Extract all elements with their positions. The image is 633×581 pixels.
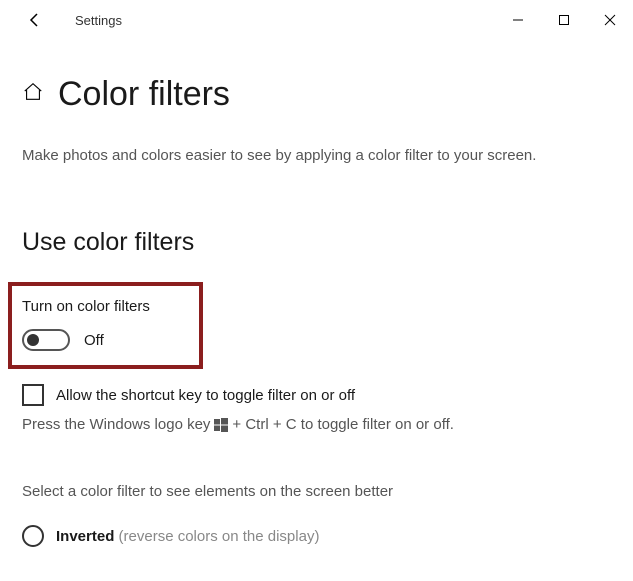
inverted-radio[interactable] (22, 525, 44, 547)
select-filter-hint: Select a color filter to see elements on… (22, 483, 611, 500)
window-title: Settings (75, 13, 122, 28)
shortcut-checkbox[interactable] (22, 384, 44, 406)
hint-prefix: Press the Windows logo key (22, 416, 210, 433)
inverted-radio-label: Inverted (reverse colors on the display) (56, 528, 319, 545)
radio-desc: (reverse colors on the display) (119, 528, 320, 545)
toggle-label: Turn on color filters (22, 298, 189, 315)
windows-logo-icon (214, 418, 228, 432)
toggle-state: Off (84, 332, 104, 349)
hint-suffix: + Ctrl + C to toggle filter on or off. (232, 416, 454, 433)
section-heading: Use color filters (22, 228, 611, 257)
back-button[interactable] (20, 5, 50, 35)
maximize-button[interactable] (541, 0, 587, 40)
minimize-button[interactable] (495, 0, 541, 40)
toggle-section: Turn on color filters Off (8, 282, 203, 369)
page-description: Make photos and colors easier to see by … (22, 144, 582, 168)
home-icon[interactable] (22, 81, 44, 108)
close-button[interactable] (587, 0, 633, 40)
page-title: Color filters (58, 75, 230, 114)
shortcut-hint: Press the Windows logo key + Ctrl + C to… (22, 416, 611, 433)
radio-name: Inverted (56, 528, 114, 545)
shortcut-checkbox-label: Allow the shortcut key to toggle filter … (56, 387, 355, 404)
color-filters-toggle[interactable] (22, 329, 70, 351)
